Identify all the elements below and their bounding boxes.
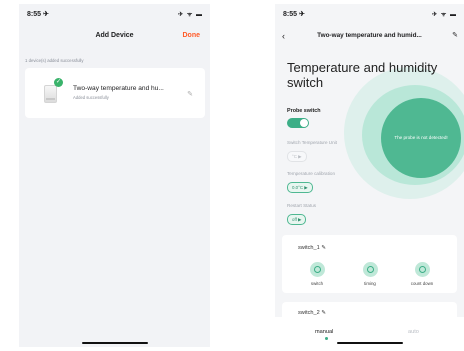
device-status: Added successfully (73, 95, 109, 100)
edit-icon[interactable]: ✎ (452, 31, 458, 39)
probe-switch-label: Probe switch (287, 108, 321, 114)
home-indicator (336, 342, 403, 344)
edit-icon[interactable]: ✎ (187, 90, 193, 98)
power-icon (309, 262, 325, 277)
restart-label: Restart Status (287, 203, 317, 208)
calibration-select[interactable]: 0.0°C ▶ (287, 182, 313, 193)
home-indicator (81, 342, 148, 344)
active-tab-indicator (325, 337, 328, 340)
device-card[interactable]: ✓ Two-way temperature and hu... Added su… (25, 68, 205, 118)
success-message: 1 device(s) added successfully (25, 58, 84, 63)
feature-label: count down (410, 281, 434, 286)
feature-label: timing (364, 281, 376, 286)
switch-button[interactable]: switch (297, 262, 337, 286)
device-control-screen: 8:55 ✈ ✈ ᯤ ▬ ‹ Two-way temperature and h… (275, 4, 464, 347)
timer-icon (414, 262, 430, 277)
check-icon: ✓ (54, 78, 63, 87)
add-device-screen: 8:55 ✈ ✈ ᯤ ▬ Add Device Done 1 device(s)… (19, 4, 210, 347)
nav-bar: Add Device Done (19, 32, 210, 44)
status-time: 8:55 ✈ (283, 11, 305, 18)
probe-status-circle: The probe is not detected! (381, 98, 461, 178)
feature-label: switch (310, 281, 324, 286)
tab-manual[interactable]: manual (315, 329, 333, 335)
device-heading: Temperature and humidity switch (287, 60, 438, 90)
nav-bar: ‹ Two-way temperature and humid... ✎ (275, 31, 464, 44)
tab-auto[interactable]: auto (408, 329, 419, 335)
switch-1-title[interactable]: switch_1 ✎ (298, 245, 326, 251)
status-icons: ✈ ᯤ ▬ (432, 12, 457, 18)
page-title: Add Device (95, 32, 134, 39)
status-bar: 8:55 ✈ ✈ ᯤ ▬ (19, 8, 210, 18)
device-name: Two-way temperature and hu... (73, 85, 164, 92)
timing-button[interactable]: timing (350, 262, 390, 286)
status-icons: ✈ ᯤ ▬ (178, 12, 203, 18)
device-image (44, 85, 57, 103)
probe-toggle[interactable] (287, 118, 309, 128)
clock-icon (362, 262, 378, 277)
done-button[interactable]: Done (183, 32, 201, 39)
status-time: 8:55 ✈ (27, 11, 49, 18)
status-bar: 8:55 ✈ ✈ ᯤ ▬ (275, 8, 464, 18)
switch-2-title[interactable]: switch_2 ✎ (298, 310, 326, 316)
switch-1-card: switch_1 ✎ switch timing count down (282, 235, 457, 293)
page-title: Two-way temperature and humid... (317, 32, 422, 39)
unit-select[interactable]: °C ▶ (287, 151, 307, 162)
countdown-button[interactable]: count down (402, 262, 442, 286)
unit-label: Switch Temperature Unit (287, 140, 337, 145)
restart-select[interactable]: off ▶ (287, 214, 307, 225)
calibration-label: Temperature calibration (287, 171, 336, 176)
